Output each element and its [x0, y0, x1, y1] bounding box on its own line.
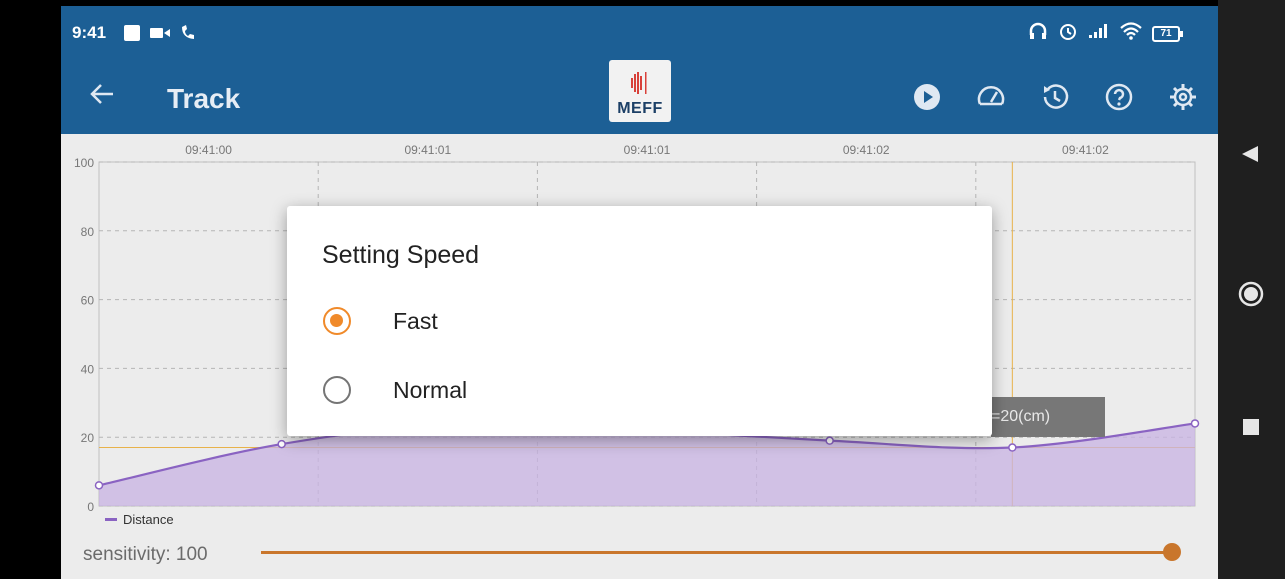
page-title: Track [167, 83, 241, 114]
x-tick-label: 09:41:01 [404, 143, 451, 157]
back-triangle-icon[interactable] [1240, 144, 1260, 169]
legend-label: Distance [123, 512, 174, 527]
tooltip-text: =20(cm) [991, 408, 1051, 425]
y-tick-label: 100 [74, 156, 94, 170]
home-circle-icon[interactable] [1237, 280, 1265, 313]
x-tick-label: 09:41:02 [843, 143, 890, 157]
app-screen: 9:41 71 Track MEFF 0 20 40 60 80 100 09:… [61, 6, 1218, 579]
dialog-title: Setting Speed [322, 241, 480, 269]
y-tick-label: 0 [87, 500, 94, 514]
sensitivity-slider[interactable] [261, 542, 1181, 562]
app-bar: Track MEFF [61, 56, 1218, 134]
alarm-icon [1058, 21, 1078, 46]
headphones-icon [1028, 21, 1048, 46]
radio-button-unselected[interactable] [323, 376, 351, 404]
status-bar: 9:41 71 [61, 6, 1218, 56]
data-point [94, 481, 104, 490]
settings-icon[interactable] [1168, 82, 1198, 117]
signal-icon [1088, 23, 1110, 44]
back-arrow-icon[interactable] [89, 82, 115, 111]
slider-thumb[interactable] [1163, 543, 1181, 561]
option-normal[interactable]: Normal [323, 376, 467, 404]
y-tick-label: 20 [81, 431, 95, 445]
status-time: 9:41 [72, 23, 107, 42]
data-point [277, 439, 286, 449]
option-label: Normal [393, 376, 468, 403]
x-axis-labels: 09:41:00 09:41:01 09:41:01 09:41:02 09:41:02 [185, 143, 1109, 157]
data-point [1008, 443, 1017, 452]
slider-track [261, 551, 1171, 554]
notification-square-icon [123, 24, 141, 47]
x-tick-label: 09:41:02 [1062, 143, 1109, 157]
y-tick-label: 60 [81, 294, 95, 308]
app-logo: MEFF [609, 60, 671, 122]
screen-edge-left [0, 0, 61, 579]
radio-button-selected[interactable] [323, 307, 351, 335]
video-camera-icon [149, 25, 171, 46]
legend-swatch [105, 518, 117, 521]
play-icon[interactable] [912, 82, 942, 117]
data-point [1190, 419, 1200, 428]
setting-speed-dialog: Setting Speed Fast Normal [287, 206, 992, 436]
system-nav-bar [1218, 0, 1285, 579]
logo-text: MEFF [617, 100, 663, 117]
wifi-call-icon [179, 24, 197, 47]
y-axis-labels: 0 20 40 60 80 100 [74, 156, 94, 514]
chart-legend: Distance [105, 512, 174, 527]
x-tick-label: 09:41:00 [185, 143, 232, 157]
wifi-icon [1120, 22, 1142, 45]
option-label: Fast [393, 307, 438, 334]
x-tick-label: 09:41:01 [624, 143, 671, 157]
option-fast[interactable]: Fast [323, 307, 438, 335]
sensitivity-label: sensitivity: 100 [83, 544, 208, 565]
y-tick-label: 80 [81, 225, 95, 239]
recents-square-icon[interactable] [1242, 418, 1260, 441]
chart-tooltip: =20(cm) [991, 397, 1105, 437]
battery-indicator: 71 [1152, 25, 1183, 42]
history-icon[interactable] [1040, 82, 1070, 117]
y-tick-label: 40 [81, 362, 95, 376]
data-point [825, 436, 834, 445]
speedometer-icon[interactable] [976, 82, 1006, 117]
help-icon[interactable] [1104, 82, 1134, 117]
